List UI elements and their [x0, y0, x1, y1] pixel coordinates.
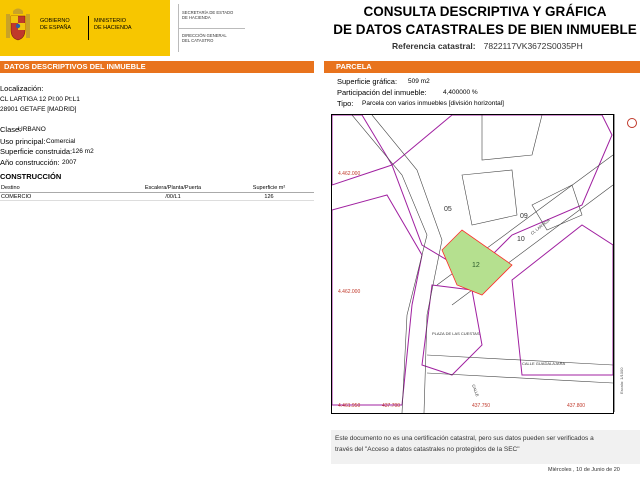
- section-band-descriptive: DATOS DESCRIPTIVOS DEL INMUEBLE: [0, 61, 314, 73]
- tipo-value: Parcela con varios inmuebles [división h…: [362, 100, 504, 107]
- disclaimer-line1: Este documento no es una certificación c…: [335, 435, 594, 442]
- superficie-label: Superficie construida:: [0, 147, 73, 156]
- coord-label: 4.462.000: [338, 171, 360, 177]
- building-outline: [461, 169, 518, 226]
- scale-text: Escala: 1/1000: [619, 367, 624, 394]
- uso-value: Comercial: [46, 138, 76, 145]
- parcel-label-09: 09: [520, 213, 528, 220]
- uso-label: Uso principal:: [0, 137, 46, 146]
- coord-label: 437.800: [567, 403, 585, 409]
- parcel-label-12: 12: [472, 262, 480, 269]
- parcela-sup-label: Superficie gráfica:: [337, 77, 398, 86]
- section-band-parcela: PARCELA: [324, 61, 640, 73]
- anio-value: 2007: [62, 159, 77, 166]
- tipo-label: Tipo:: [337, 99, 354, 108]
- disclaimer-line2: través del "Acceso a datos catastrales n…: [335, 446, 520, 453]
- table-bottom-rule: [0, 200, 314, 201]
- cadastral-reference: Referencia catastral: 7822117VK3672S0035P…: [392, 41, 583, 51]
- location-line1: CL LARTIGA 12 Pl:00 Pt:L1: [0, 96, 80, 103]
- col-escalera: Escalera/Planta/Puerta: [144, 185, 202, 191]
- coord-label: 437.700: [382, 403, 400, 409]
- construccion-title: CONSTRUCCIÓN: [0, 172, 62, 181]
- cadastral-map[interactable]: 05 09 10 12 CL LARTIGA CALLE GUADALAJARA…: [331, 114, 614, 414]
- superficie-value: 126 m2: [72, 148, 94, 155]
- block-west: [332, 194, 423, 406]
- parcel-label-10: 10: [517, 236, 525, 243]
- disclaimer-box: Este documento no es una certificación c…: [331, 430, 640, 464]
- building-outline: [481, 115, 543, 161]
- coord-label: 437.750: [472, 403, 490, 409]
- col-destino: Destino: [1, 185, 20, 191]
- street-label-plaza: PLAZA DE LAS CUESTAS: [432, 331, 480, 336]
- location-line2: 28901 GETAFE [MADRID]: [0, 106, 77, 113]
- street-label-guadalajara: CALLE GUADALAJARA: [522, 361, 565, 366]
- north-arrow-icon: [627, 118, 637, 128]
- street-label-calle: CALLE: [471, 384, 480, 398]
- location-label: Localización:: [0, 84, 44, 93]
- parcela-sup-value: 509 m2: [408, 78, 430, 85]
- block-east: [511, 224, 613, 376]
- block-north: [391, 115, 613, 276]
- coord-label: 4.462.000: [338, 289, 360, 295]
- header-divider: [88, 16, 89, 40]
- government-name: GOBIERNO DE ESPAÑA: [40, 18, 72, 31]
- participacion-label: Participación del inmueble:: [337, 88, 427, 97]
- coord-label: 4.461.950: [338, 403, 360, 409]
- agency-block: SECRETARÍA DE ESTADO DE HACIENDA DIRECCI…: [178, 4, 245, 52]
- parcel-label-05: 05: [444, 206, 452, 213]
- block-center: [421, 284, 483, 376]
- ministry-name: MINISTERIO DE HACIENDA: [94, 18, 132, 31]
- construccion-table: Destino Escalera/Planta/Puerta Superfici…: [0, 184, 314, 201]
- footer-date: Miércoles , 10 de Junio de 20: [548, 467, 620, 473]
- document-title: CONSULTA DESCRIPTIVA Y GRÁFICA DE DATOS …: [333, 4, 637, 37]
- map-legend-strip: Escala: 1/1000: [614, 114, 640, 412]
- street-edge: [351, 115, 428, 413]
- clase-value: URBANO: [18, 126, 46, 133]
- col-superficie: Superficie m²: [252, 185, 286, 191]
- participacion-value: 4,400000 %: [443, 89, 478, 96]
- map-drawing: 05 09 10 12 CL LARTIGA CALLE GUADALAJARA…: [332, 115, 613, 413]
- anio-label: Año construcción:: [0, 158, 60, 167]
- coat-of-arms-icon: [6, 8, 30, 41]
